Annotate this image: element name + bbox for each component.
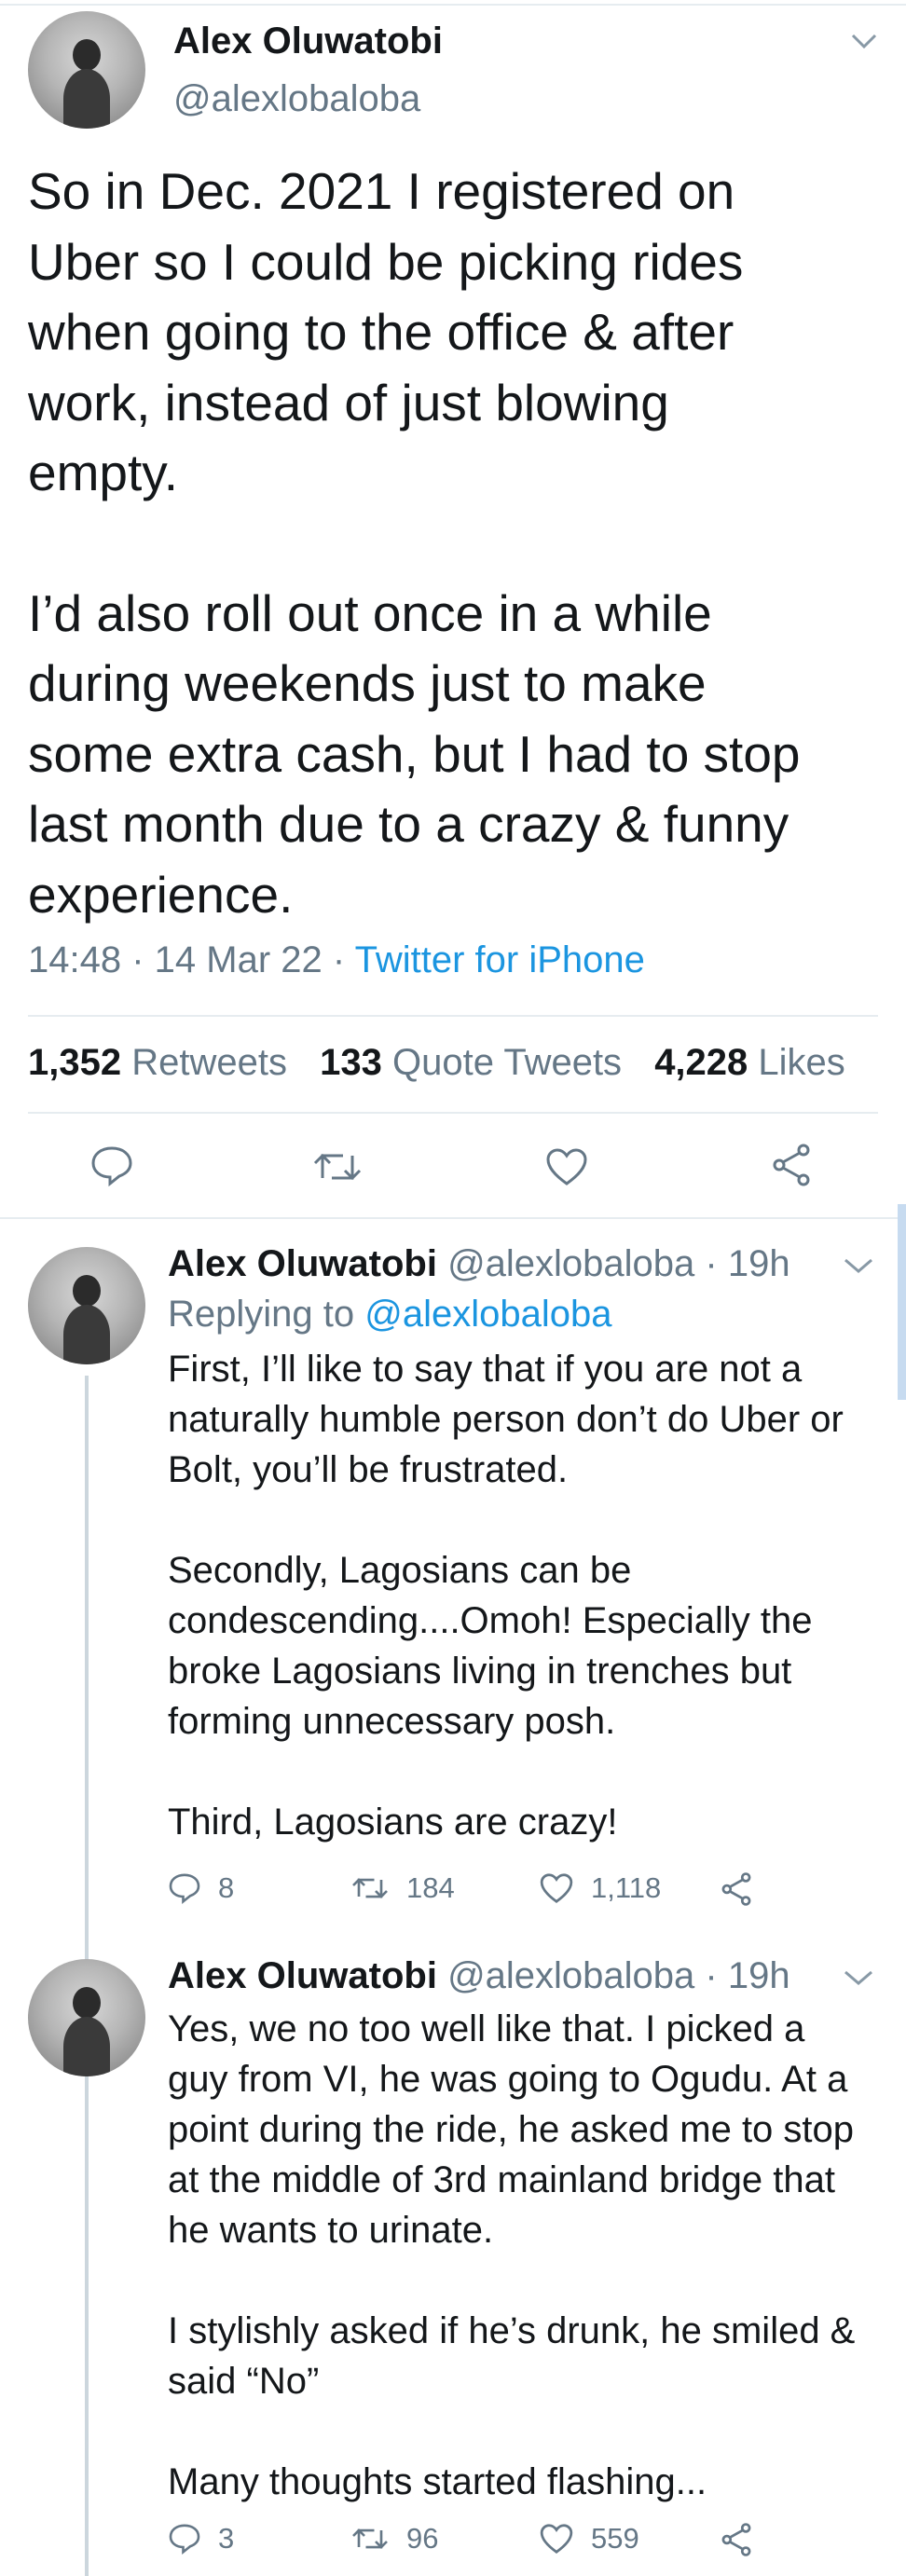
- retweets-stat[interactable]: 1,352 Retweets: [28, 1042, 287, 1083]
- share-button[interactable]: [720, 2522, 753, 2557]
- retweet-count: 96: [406, 2522, 439, 2555]
- tweet-age: · 19h: [705, 1243, 790, 1284]
- retweet-button[interactable]: 184: [350, 1871, 455, 1905]
- tweet-date: 14 Mar 22: [154, 939, 323, 980]
- stats-divider: [28, 1112, 878, 1114]
- reply-header: Alex Oluwatobi @alexlobaloba · 19h: [168, 1955, 790, 1997]
- tweet-paragraph-spacer: [28, 509, 878, 579]
- like-button[interactable]: 559: [539, 2522, 639, 2555]
- share-icon: [721, 2523, 751, 2556]
- chevron-down-icon[interactable]: [850, 32, 878, 50]
- reply-actions: 3 96 559: [168, 2522, 839, 2563]
- author-handle[interactable]: @alexlobaloba: [173, 78, 420, 120]
- author-handle[interactable]: @alexlobaloba: [447, 1243, 694, 1284]
- reply-button[interactable]: 8: [168, 1871, 234, 1905]
- retweet-icon: [352, 1878, 388, 1898]
- tweet-time: 14:48: [28, 939, 122, 980]
- like-icon[interactable]: [544, 1146, 589, 1187]
- like-icon: [540, 1873, 573, 1903]
- retweet-button[interactable]: 96: [350, 2522, 438, 2555]
- author-name[interactable]: Alex Oluwatobi: [168, 1955, 437, 1996]
- tweet-stats: 1,352 Retweets 133 Quote Tweets 4,228 Li…: [28, 1042, 845, 1084]
- reply-count: 3: [218, 2522, 235, 2555]
- like-count: 559: [591, 2522, 639, 2555]
- share-icon[interactable]: [770, 1143, 813, 1187]
- tweet-source-link[interactable]: Twitter for iPhone: [355, 939, 645, 980]
- reply-tweet[interactable]: Alex Oluwatobi @alexlobaloba · 19h Reply…: [0, 1219, 906, 2576]
- reply-count: 8: [218, 1871, 235, 1904]
- avatar[interactable]: [28, 1959, 145, 2076]
- reply-icon[interactable]: [89, 1144, 134, 1187]
- quotes-stat[interactable]: 133 Quote Tweets: [320, 1042, 622, 1083]
- tweet-meta: 14:48 · 14 Mar 22 · Twitter for iPhone: [28, 939, 645, 980]
- share-button[interactable]: [720, 1871, 753, 1907]
- meta-divider: [28, 1015, 878, 1017]
- reply-actions: 8 184 1,118: [168, 1871, 839, 1912]
- author-name[interactable]: Alex Oluwatobi: [168, 1243, 437, 1284]
- avatar[interactable]: [28, 1247, 145, 1364]
- avatar[interactable]: [28, 11, 145, 129]
- tweet-age: · 19h: [705, 1955, 790, 1996]
- tweet-paragraph: So in Dec. 2021 I registered on Uber so …: [28, 162, 744, 501]
- tweet-text: So in Dec. 2021 I registered on Uber so …: [28, 157, 878, 930]
- author-handle[interactable]: @alexlobaloba: [447, 1955, 694, 1996]
- chevron-down-icon[interactable]: [843, 1256, 874, 1275]
- replying-to: Replying to @alexlobaloba: [168, 1294, 612, 1335]
- reply-tweet[interactable]: Alex Oluwatobi @alexlobaloba · 19h Yes, …: [0, 1935, 906, 2567]
- like-count: 1,118: [591, 1871, 662, 1904]
- likes-stat[interactable]: 4,228 Likes: [654, 1042, 845, 1083]
- top-divider: [0, 4, 906, 6]
- reply-icon: [169, 2524, 200, 2555]
- chevron-down-icon[interactable]: [843, 1968, 874, 1987]
- retweet-icon[interactable]: [311, 1148, 364, 1185]
- like-button[interactable]: 1,118: [539, 1871, 661, 1905]
- share-icon: [721, 1872, 751, 1906]
- replying-to-link[interactable]: @alexlobaloba: [364, 1294, 611, 1335]
- retweet-count: 184: [406, 1871, 455, 1904]
- reply-icon: [169, 1873, 200, 1904]
- reply-text: First, I’ll like to say that if you are …: [168, 1349, 844, 1843]
- like-icon: [540, 2524, 573, 2554]
- reply-button[interactable]: 3: [168, 2522, 234, 2555]
- reply-header: Alex Oluwatobi @alexlobaloba · 19h: [168, 1243, 790, 1285]
- reply-text: Yes, we no too well like that. I picked …: [168, 2008, 856, 2502]
- tweet-paragraph: I’d also roll out once in a while during…: [28, 583, 801, 924]
- author-name[interactable]: Alex Oluwatobi: [173, 21, 443, 62]
- retweet-icon: [352, 2528, 388, 2549]
